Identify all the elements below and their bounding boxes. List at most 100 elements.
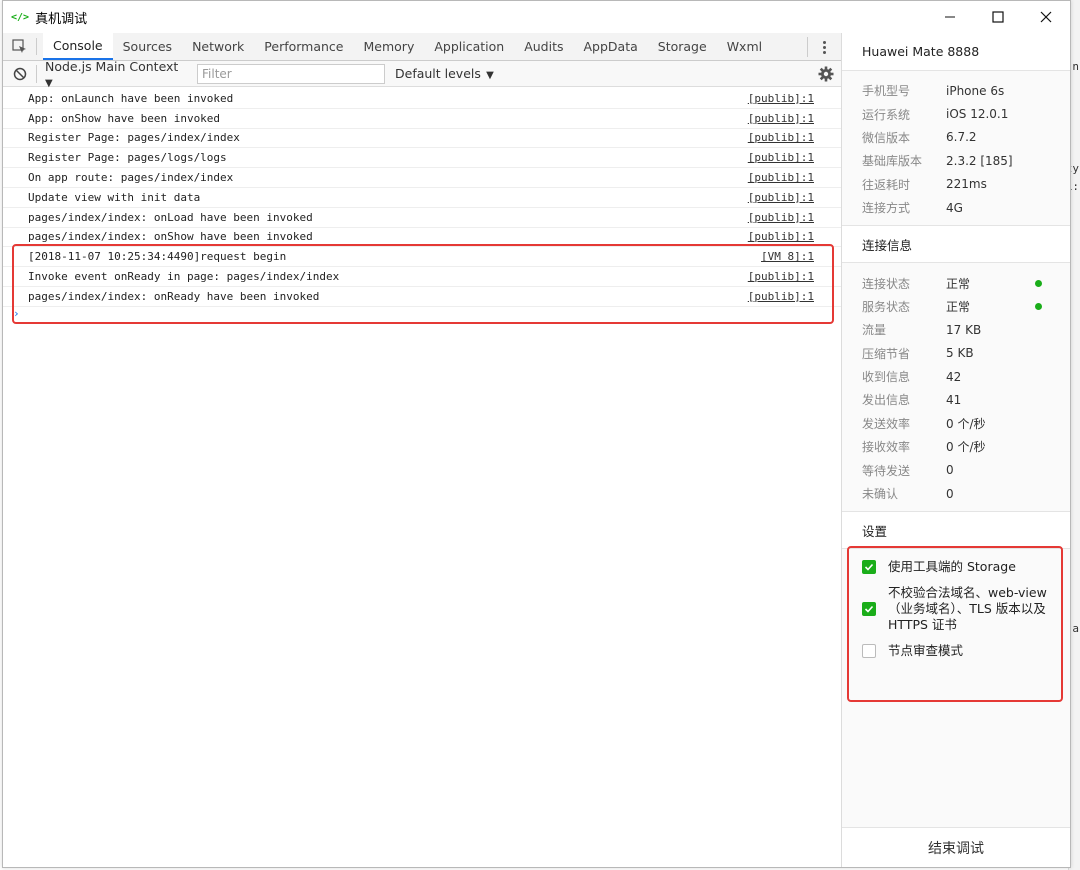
background-text: a	[1072, 622, 1079, 635]
console-output: App: onLaunch have been invoked [publib]:…	[3, 87, 841, 324]
source-link[interactable]: [publib]:1	[748, 171, 814, 184]
log-message: Register Page: pages/index/index	[28, 131, 240, 145]
info-key: 等待发送	[862, 463, 911, 478]
tab-wxml[interactable]: Wxml	[717, 33, 772, 60]
info-key: 基础库版本	[862, 154, 923, 169]
devtools-panel: Console Sources Network Performance Memo…	[3, 33, 842, 867]
info-key: 运行系统	[862, 107, 911, 122]
kebab-icon	[823, 40, 826, 54]
source-link[interactable]: [publib]:1	[748, 92, 814, 105]
log-levels-dropdown[interactable]: Default levels ▼	[395, 66, 494, 81]
info-key: 发出信息	[862, 393, 911, 408]
inspect-element-button[interactable]	[3, 38, 37, 55]
console-line: Register Page: pages/index/index [publib]…	[3, 129, 841, 149]
info-key: 未确认	[862, 487, 899, 502]
info-value: 41	[946, 392, 962, 407]
info-row: 未确认 0	[862, 482, 1050, 505]
info-key: 手机型号	[862, 84, 911, 99]
info-row: 发出信息 41	[862, 388, 1050, 411]
filter-input[interactable]	[197, 63, 385, 84]
console-line: On app route: pages/index/index [publib]:…	[3, 168, 841, 188]
info-row: 压缩节省 5 KB	[862, 342, 1050, 365]
end-debug-button[interactable]: 结束调试	[842, 827, 1070, 867]
gear-icon	[818, 66, 834, 82]
info-value: 0	[946, 486, 954, 501]
status-ok-icon	[1035, 302, 1042, 310]
remote-debug-window: </> 真机调试 Console Sources Network Perform…	[2, 0, 1071, 868]
tab-sources[interactable]: Sources	[113, 33, 182, 60]
settings-section-title: 设置	[842, 511, 1070, 550]
info-key: 收到信息	[862, 370, 911, 385]
log-message: Register Page: pages/logs/logs	[28, 151, 227, 165]
close-button[interactable]	[1022, 1, 1070, 33]
info-row: 基础库版本 2.3.2 [185]	[862, 149, 1050, 172]
log-message: Update view with init data	[28, 190, 201, 204]
tab-appdata[interactable]: AppData	[573, 33, 647, 60]
title-bar: </> 真机调试	[3, 1, 1070, 33]
info-row: 连接方式 4G	[862, 196, 1050, 219]
info-key: 服务状态	[862, 299, 911, 314]
source-link[interactable]: [publib]:1	[748, 112, 814, 125]
source-link[interactable]: [publib]:1	[748, 211, 814, 224]
info-row: 连接状态 正常	[862, 271, 1050, 294]
info-value: 正常	[946, 299, 971, 314]
info-value: 4G	[946, 200, 963, 215]
tab-storage[interactable]: Storage	[648, 33, 717, 60]
info-value: 6.7.2	[946, 130, 977, 145]
info-key: 连接状态	[862, 276, 911, 291]
info-row: 运行系统 iOS 12.0.1	[862, 102, 1050, 125]
console-settings-button[interactable]	[817, 65, 835, 83]
highlight-annotation	[12, 244, 834, 324]
info-value: iOS 12.0.1	[946, 107, 1009, 122]
info-value: 0	[946, 463, 954, 478]
info-key: 往返耗时	[862, 177, 911, 192]
info-key: 接收效率	[862, 440, 911, 455]
minimize-button[interactable]	[926, 1, 974, 33]
more-options-button[interactable]	[807, 37, 841, 57]
connection-section-title: 连接信息	[842, 225, 1070, 264]
console-line: pages/index/index: onLoad have been invo…	[3, 208, 841, 228]
background-text: n	[1072, 60, 1079, 73]
tab-audits[interactable]: Audits	[514, 33, 573, 60]
tab-memory[interactable]: Memory	[354, 33, 425, 60]
tab-performance[interactable]: Performance	[254, 33, 353, 60]
context-selector[interactable]: Node.js Main Context ▼	[45, 59, 189, 89]
tab-console[interactable]: Console	[43, 33, 113, 60]
tab-application[interactable]: Application	[424, 33, 514, 60]
clear-console-button[interactable]	[3, 64, 37, 83]
log-message: pages/index/index: onShow have been invo…	[28, 230, 313, 244]
info-row: 收到信息 42	[862, 365, 1050, 388]
source-link[interactable]: [publib]:1	[748, 131, 814, 144]
devtools-tabbar: Console Sources Network Performance Memo…	[3, 33, 841, 61]
source-link[interactable]: [publib]:1	[748, 151, 814, 164]
log-message: On app route: pages/index/index	[28, 171, 234, 185]
info-value: iPhone 6s	[946, 83, 1005, 98]
source-link[interactable]: [publib]:1	[748, 230, 814, 243]
info-value: 0 个/秒	[946, 416, 986, 431]
log-message: pages/index/index: onLoad have been invo…	[28, 210, 313, 224]
info-value: 0 个/秒	[946, 440, 986, 455]
info-row: 发送效率 0 个/秒	[862, 412, 1050, 435]
console-line: Update view with init data [publib]:1	[3, 188, 841, 208]
console-toolbar: Node.js Main Context ▼ Default levels ▼	[3, 59, 841, 89]
code-brackets-icon: </>	[11, 11, 30, 23]
levels-label: Default levels	[395, 66, 481, 81]
info-key: 压缩节省	[862, 346, 911, 361]
info-value: 正常	[946, 276, 971, 291]
maximize-icon	[992, 11, 1004, 23]
info-key: 流量	[862, 323, 887, 338]
info-value: 221ms	[946, 177, 987, 192]
info-row: 微信版本 6.7.2	[862, 126, 1050, 149]
info-value: 17 KB	[946, 322, 982, 337]
log-message: App: onLaunch have been invoked	[28, 91, 234, 105]
block-icon	[13, 67, 26, 80]
device-info-panel: Huawei Mate 8888 手机型号 iPhone 6s 运行系统 iOS 1…	[842, 33, 1070, 867]
connection-info-list: 连接状态 正常 服务状态 正常 流量 17 KB 压缩节省 5 KB 收到信息 42 发出…	[842, 263, 1070, 511]
info-row: 手机型号 iPhone 6s	[862, 79, 1050, 102]
log-message: App: onShow have been invoked	[28, 111, 221, 125]
source-link[interactable]: [publib]:1	[748, 191, 814, 204]
maximize-button[interactable]	[974, 1, 1022, 33]
close-icon	[1040, 11, 1052, 23]
info-row: 接收效率 0 个/秒	[862, 435, 1050, 458]
tab-network[interactable]: Network	[182, 33, 254, 60]
